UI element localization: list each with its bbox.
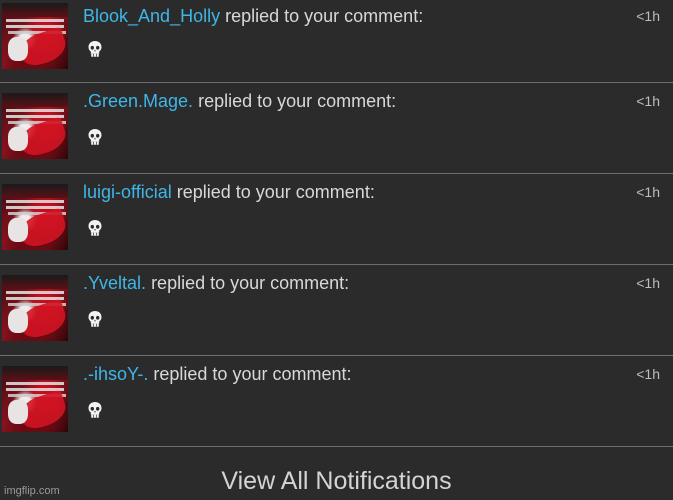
notification-action: replied to your comment: [176, 182, 375, 202]
username-link[interactable]: Blook_And_Holly [83, 6, 220, 26]
avatar[interactable] [2, 93, 68, 159]
notification-text: Blook_And_Holly replied to your comment: [83, 6, 423, 27]
avatar[interactable] [2, 366, 68, 432]
username-link[interactable]: luigi-official [83, 182, 172, 202]
timestamp: <1h [636, 93, 660, 109]
view-all-notifications-link[interactable]: View All Notifications [0, 467, 673, 496]
notification-action: replied to your comment: [151, 273, 350, 293]
notification-text: .-ihsoY-. replied to your comment: [83, 364, 351, 385]
notification-item[interactable]: luigi-official replied to your comment: … [0, 174, 673, 265]
timestamp: <1h [636, 184, 660, 200]
notification-action: replied to your comment: [225, 6, 424, 26]
avatar[interactable] [2, 275, 68, 341]
skull-icon [88, 220, 102, 236]
skull-icon [88, 402, 102, 418]
timestamp: <1h [636, 366, 660, 382]
notification-action: replied to your comment: [198, 91, 397, 111]
watermark: imgflip.com [4, 485, 60, 497]
notification-item[interactable]: .-ihsoY-. replied to your comment: <1h [0, 356, 673, 447]
notification-text: .Green.Mage. replied to your comment: [83, 91, 396, 112]
skull-icon [88, 41, 102, 57]
notification-item[interactable]: Blook_And_Holly replied to your comment:… [0, 0, 673, 83]
avatar[interactable] [2, 184, 68, 250]
skull-icon [88, 129, 102, 145]
notification-list: Blook_And_Holly replied to your comment:… [0, 0, 673, 447]
notification-text: .Yveltal. replied to your comment: [83, 273, 349, 294]
username-link[interactable]: .Yveltal. [83, 273, 146, 293]
notifications-footer: View All Notifications imgflip.com [0, 459, 673, 500]
notification-item[interactable]: .Green.Mage. replied to your comment: <1… [0, 83, 673, 174]
timestamp: <1h [636, 275, 660, 291]
skull-icon [88, 311, 102, 327]
username-link[interactable]: .-ihsoY-. [83, 364, 148, 384]
username-link[interactable]: .Green.Mage. [83, 91, 193, 111]
avatar[interactable] [2, 3, 68, 69]
notification-item[interactable]: .Yveltal. replied to your comment: <1h [0, 265, 673, 356]
timestamp: <1h [636, 8, 660, 24]
notification-action: replied to your comment: [153, 364, 352, 384]
notification-text: luigi-official replied to your comment: [83, 182, 375, 203]
